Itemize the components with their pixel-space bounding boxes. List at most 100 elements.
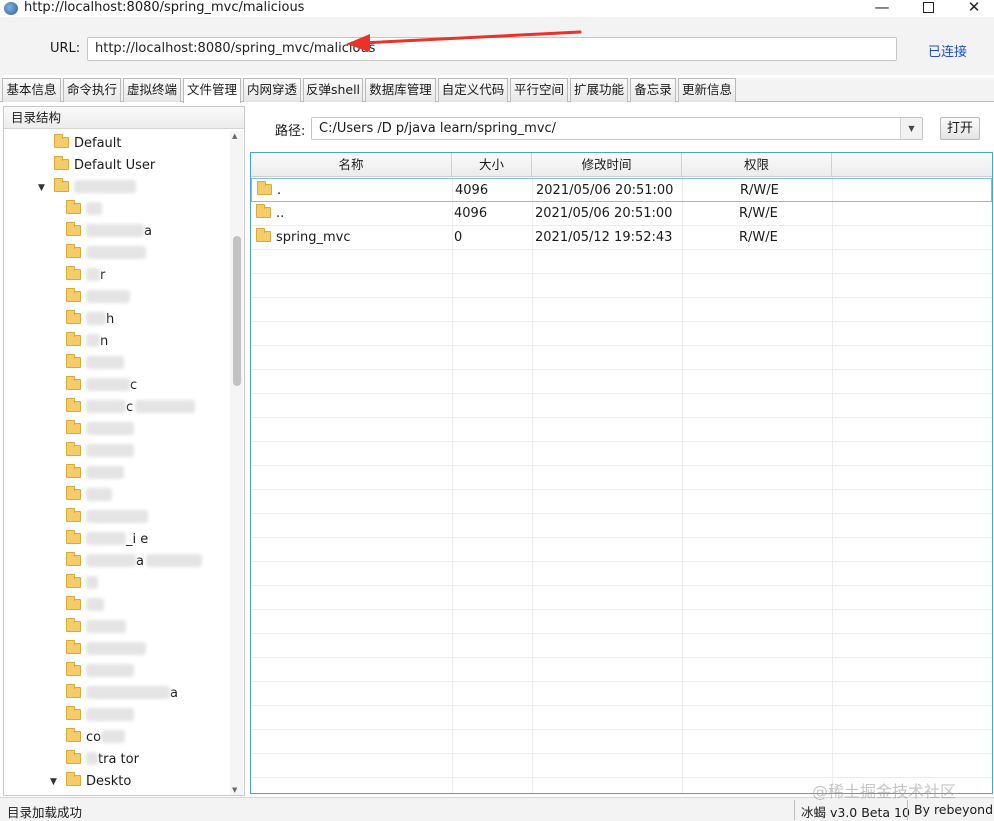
tab-update-info[interactable]: 更新信息	[678, 78, 736, 102]
redacted-label	[86, 686, 170, 699]
folder-icon	[66, 376, 81, 390]
tree-item[interactable]	[66, 508, 148, 528]
redacted-label	[86, 400, 126, 413]
scroll-down-icon[interactable]: ▼	[232, 786, 237, 794]
tree-item[interactable]	[66, 618, 126, 638]
tab-extensions[interactable]: 扩展功能	[570, 78, 628, 102]
folder-icon	[66, 772, 81, 786]
tree-item[interactable]: tra tor	[66, 750, 139, 770]
folder-icon	[66, 288, 81, 302]
tree-item[interactable]	[66, 486, 112, 506]
minimize-icon[interactable]: —	[862, 0, 902, 17]
tab-parallel-space[interactable]: 平行空间	[510, 78, 568, 102]
expand-arrow-icon[interactable]: ▼	[38, 183, 45, 193]
tab-virtual-terminal[interactable]: 虚拟终端	[123, 78, 181, 102]
tree-item[interactable]	[66, 442, 134, 462]
tab-database-manager[interactable]: 数据库管理	[365, 78, 436, 102]
table-row[interactable]: spring_mvc 0 2021/05/12 19:52:43 R/W/E	[251, 226, 992, 250]
close-icon[interactable]: ✕	[954, 0, 994, 17]
redacted-label	[74, 180, 136, 193]
column-header-size[interactable]: 大小	[452, 153, 532, 177]
tree-item[interactable]	[54, 178, 136, 198]
tree-item[interactable]: co	[66, 728, 126, 748]
empty-row	[251, 274, 992, 298]
empty-row	[251, 730, 992, 754]
column-header-modified[interactable]: 修改时间	[532, 153, 682, 177]
tree-item[interactable]	[66, 662, 134, 682]
tab-basic-info[interactable]: 基本信息	[2, 78, 61, 102]
tree-item[interactable]: Default	[54, 134, 122, 154]
folder-icon	[66, 464, 81, 478]
tab-command-exec[interactable]: 命令执行	[63, 78, 121, 102]
folder-icon	[66, 684, 81, 698]
tree-item[interactable]: a	[66, 552, 202, 572]
column-header-name[interactable]: 名称	[251, 153, 452, 177]
expand-arrow-icon[interactable]: ▼	[50, 777, 57, 787]
tree-item[interactable]: a	[66, 684, 178, 704]
folder-icon	[66, 706, 81, 720]
tree-item[interactable]: r	[66, 266, 105, 286]
tree-item[interactable]: n	[66, 332, 108, 352]
tab-reverse-shell[interactable]: 反弹shell	[303, 78, 363, 102]
tree-item-label: a	[170, 686, 178, 701]
empty-row	[251, 298, 992, 322]
empty-row	[251, 370, 992, 394]
tab-file-manager[interactable]: 文件管理	[183, 78, 241, 103]
tree-item[interactable]: c	[66, 398, 196, 418]
path-combobox[interactable]: C:/Users /D p/java learn/spring_mvc/ ▼	[311, 117, 923, 140]
redacted-label	[86, 532, 126, 545]
folder-icon	[66, 310, 81, 324]
redacted-label	[86, 422, 134, 435]
scroll-up-icon[interactable]: ▲	[232, 132, 237, 140]
tree-item[interactable]: a	[66, 222, 152, 242]
tree-item[interactable]: Deskto	[66, 772, 131, 792]
tree-item[interactable]	[66, 596, 104, 616]
tab-intranet-tunnel[interactable]: 内网穿透	[243, 78, 301, 102]
tree-item[interactable]: c	[66, 376, 137, 396]
tree-item[interactable]	[66, 706, 134, 726]
folder-icon	[54, 134, 69, 148]
file-size: 0	[454, 230, 463, 245]
dropdown-arrow-icon[interactable]: ▼	[900, 118, 922, 139]
file-modified: 2021/05/12 19:52:43	[535, 230, 673, 245]
tree-item-label: Default	[74, 136, 122, 151]
tree-item[interactable]	[66, 574, 98, 594]
folder-icon	[54, 178, 69, 192]
file-permission: R/W/E	[739, 206, 778, 221]
scrollbar-thumb[interactable]	[233, 236, 241, 386]
redacted-label	[86, 444, 134, 457]
tree-item[interactable]	[66, 420, 134, 440]
tree-item[interactable]	[66, 354, 124, 374]
tree-item[interactable]: _i e	[66, 530, 148, 550]
maximize-icon[interactable]	[908, 0, 948, 17]
folder-icon	[66, 486, 81, 500]
redacted-label	[86, 312, 106, 325]
app-icon	[4, 2, 18, 15]
column-header-permission[interactable]: 权限	[682, 153, 832, 177]
tree-item[interactable]: h	[66, 310, 114, 330]
empty-row	[251, 346, 992, 370]
tree-item[interactable]	[66, 200, 102, 220]
tree-item[interactable]	[66, 640, 146, 660]
file-table: 名称 大小 修改时间 权限 . 4096 2021/05/06 20:51:00…	[250, 152, 993, 794]
open-button[interactable]: 打开	[940, 117, 980, 140]
table-row[interactable]: . 4096 2021/05/06 20:51:00 R/W/E	[251, 178, 992, 202]
folder-icon	[66, 596, 81, 610]
tab-custom-code[interactable]: 自定义代码	[438, 78, 508, 102]
tree-scrollbar[interactable]: ▲ ▼	[230, 131, 243, 795]
tree-item[interactable]	[66, 288, 130, 308]
tree-item[interactable]: Default User	[54, 156, 155, 176]
redacted-label	[145, 554, 202, 567]
url-input[interactable]: http://localhost:8080/spring_mvc/malicio…	[87, 37, 897, 61]
path-value: C:/Users /D p/java learn/spring_mvc/	[319, 121, 557, 136]
folder-icon	[66, 222, 81, 236]
tab-memo[interactable]: 备忘录	[630, 78, 676, 102]
tree-item[interactable]	[66, 244, 146, 264]
redacted-label	[101, 730, 126, 743]
table-row[interactable]: .. 4096 2021/05/06 20:51:00 R/W/E	[251, 202, 992, 226]
folder-icon	[66, 354, 81, 368]
tree-item-label: Default User	[74, 158, 156, 173]
tree-item[interactable]	[66, 464, 124, 484]
empty-row	[251, 466, 992, 490]
empty-row	[251, 322, 992, 346]
